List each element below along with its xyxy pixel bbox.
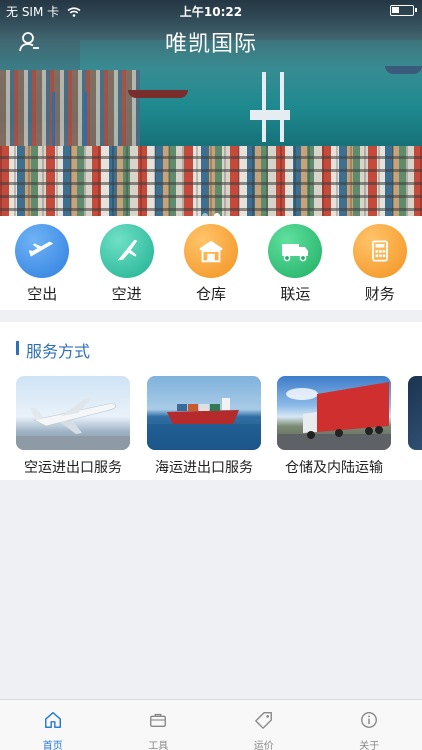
banner-crane (250, 110, 290, 120)
home-icon (44, 712, 61, 728)
banner-ship (128, 90, 188, 98)
warehouse-icon (183, 224, 238, 278)
banner-crane (84, 92, 87, 152)
tab-label: 工具 (148, 741, 169, 750)
app-title: 唯凯国际 (164, 32, 257, 57)
category-label: 仓库 (195, 285, 226, 303)
category-intermodal[interactable]: 联运 (253, 216, 337, 310)
airplane-arrive-icon (99, 224, 154, 278)
truck-icon (268, 224, 323, 278)
airplane-depart-icon (15, 224, 70, 278)
tab-tools[interactable]: 工具 (106, 700, 212, 750)
tab-label: 运价 (253, 741, 274, 750)
service-card-sea[interactable]: 海运进出口服务 (147, 376, 261, 477)
status-bar: 无 SIM 卡 上午10:22 (0, 0, 422, 22)
carousel-indicator (0, 204, 422, 216)
tab-bar: 首页 工具 运价 关于 (0, 699, 422, 750)
category-label: 财务 (364, 285, 395, 303)
cargo-ship-photo (147, 376, 261, 450)
banner-crane (280, 72, 284, 142)
service-card-land[interactable]: 仓储及内陆运输 (277, 376, 391, 477)
category-warehouse[interactable]: 仓库 (169, 216, 253, 310)
truck-photo (277, 376, 391, 450)
category-air-import[interactable]: 空进 (84, 216, 168, 310)
toolbox-icon (150, 713, 167, 728)
calculator-icon (352, 224, 407, 278)
battery-icon (390, 5, 417, 16)
info-icon (361, 712, 378, 728)
status-time: 上午10:22 (179, 5, 243, 19)
service-caption: 海运进出口服务 (155, 460, 253, 476)
category-label: 联运 (280, 285, 311, 303)
service-card-air[interactable]: 空运进出口服务 (16, 376, 130, 477)
service-caption: 空运进出口服务 (24, 460, 122, 476)
services-section: 服务方式 空运进出口服务 海运进出口服务 仓储及内陆运输 (0, 322, 422, 480)
tab-about[interactable]: 关于 (317, 700, 422, 750)
section-title: 服务方式 (16, 338, 90, 362)
service-photo-partial (408, 376, 422, 450)
category-label: 空出 (27, 285, 58, 303)
banner-crane (52, 92, 55, 152)
service-card-more[interactable] (408, 376, 422, 450)
category-finance[interactable]: 财务 (338, 216, 422, 310)
banner-crane (262, 72, 266, 142)
category-bar: 空出 空进 仓库 联运 财务 (0, 216, 422, 310)
category-label: 空进 (111, 285, 142, 303)
airplane-photo (16, 376, 130, 450)
tab-rates[interactable]: 运价 (211, 700, 317, 750)
tab-label: 关于 (359, 741, 380, 750)
tab-label: 首页 (42, 741, 63, 750)
tab-home[interactable]: 首页 (0, 700, 106, 750)
service-caption: 仓储及内陆运输 (285, 460, 383, 476)
price-tag-icon (254, 712, 272, 729)
category-air-export[interactable]: 空出 (0, 216, 84, 310)
